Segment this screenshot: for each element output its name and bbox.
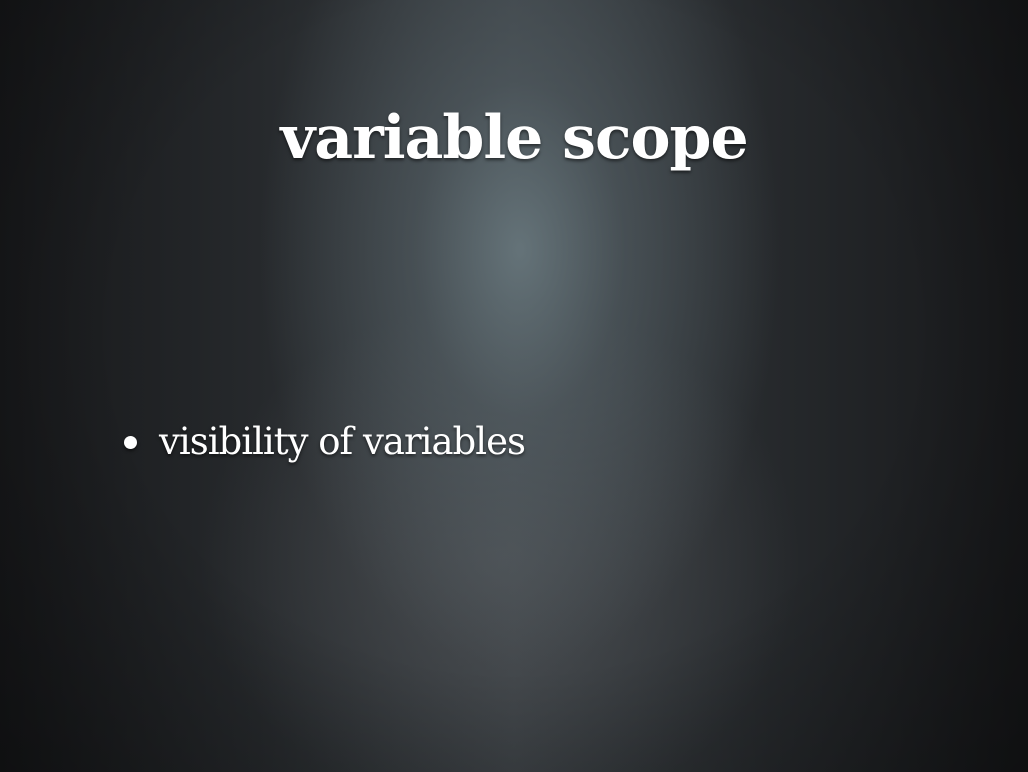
- slide: variable scope visibility of variables: [0, 0, 1028, 772]
- bullet-dot-icon: [124, 435, 137, 449]
- bullet-list: visibility of variables: [118, 418, 526, 466]
- bullet-item: visibility of variables: [118, 418, 526, 466]
- slide-title: variable scope: [280, 103, 748, 174]
- bullet-text: visibility of variables: [159, 420, 526, 463]
